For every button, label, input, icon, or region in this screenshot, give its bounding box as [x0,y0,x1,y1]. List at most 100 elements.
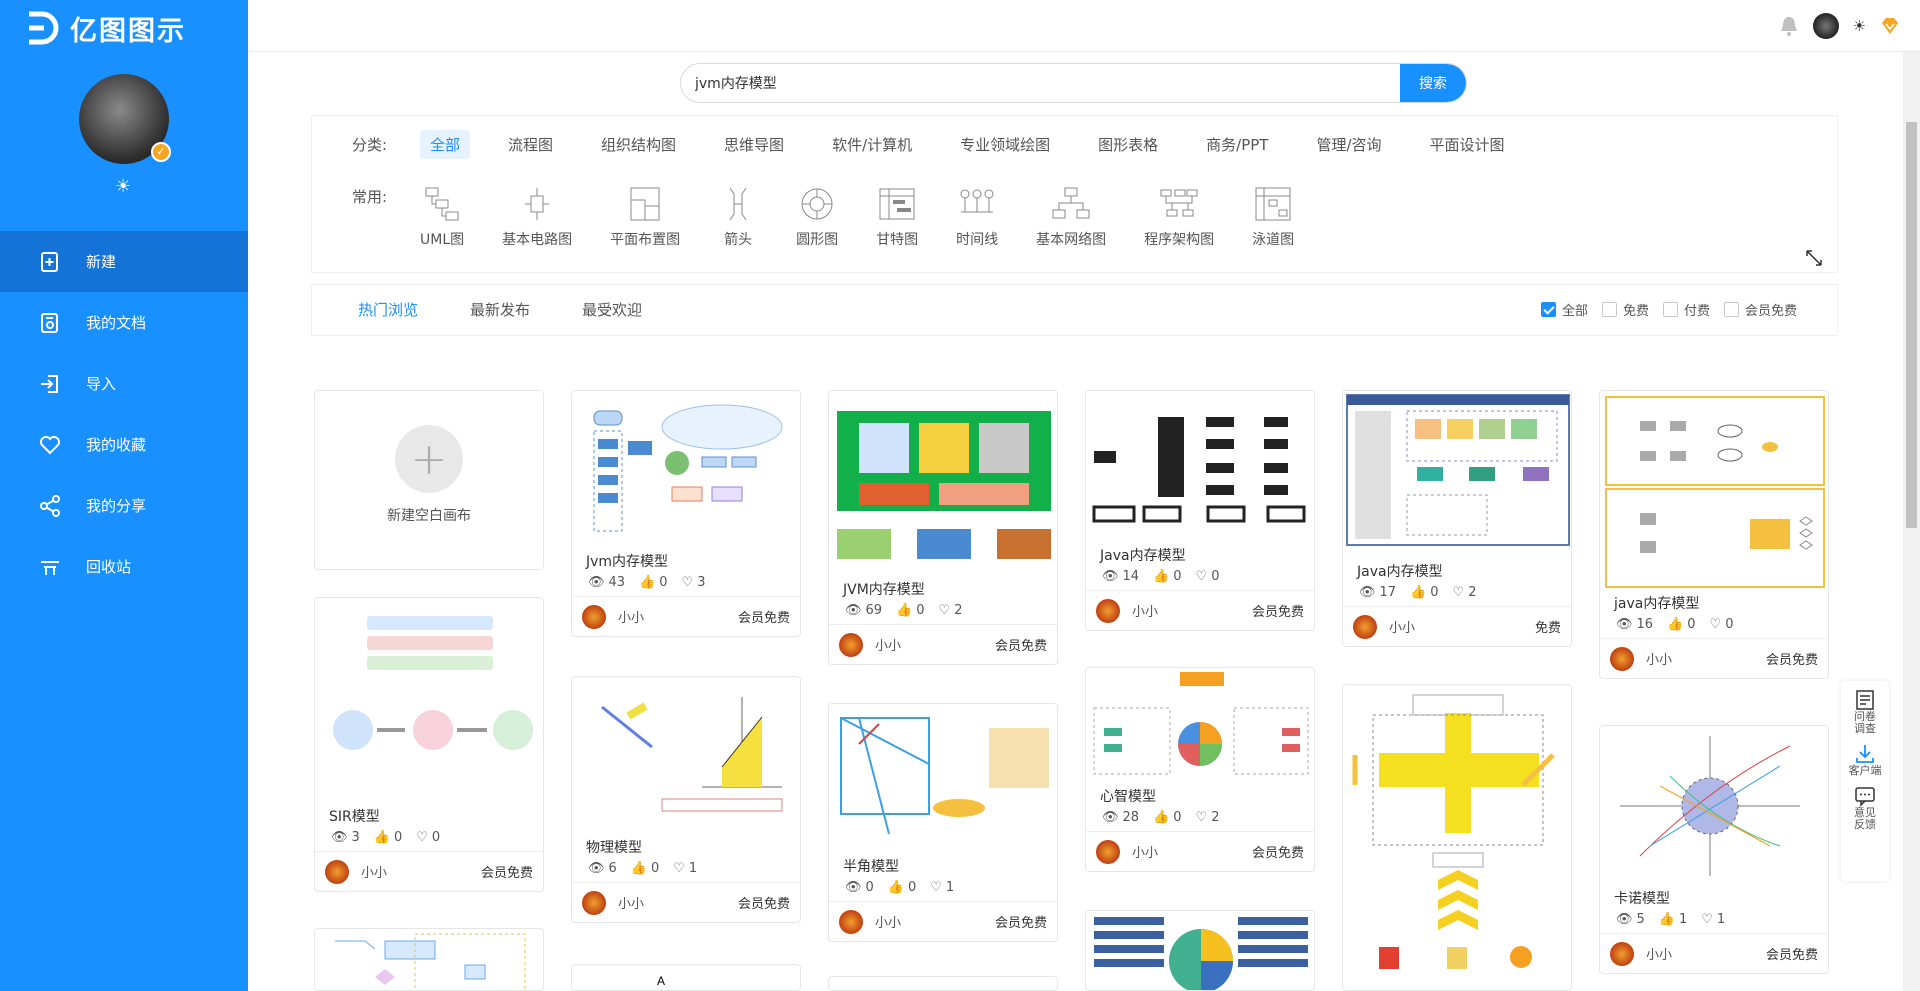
template-card[interactable]: java内存模型 👁 16 👍 0 ♡ 0 小小 会员免费 [1599,390,1829,679]
thumbs-up-icon: 👍 [1410,585,1427,600]
float-label: 客户端 [1848,764,1882,777]
new-canvas-card[interactable]: + 新建空白画布 [314,390,544,570]
template-thumbnail: A [572,965,800,990]
tool-floor-plan[interactable]: 平面布置图 [610,186,680,249]
sidebar-item-new[interactable]: 新建 [0,231,248,292]
fav-count: 2 [1468,585,1477,600]
like-count: 0 [1173,569,1182,584]
sidebar-item-share[interactable]: 我的分享 [0,475,248,536]
category-panel: 分类: 全部 流程图 组织结构图 思维导图 软件/计算机 专业领域绘图 图形表格… [312,116,1837,272]
template-stats: 👁 6 👍 0 ♡ 1 [572,855,800,882]
template-title: Java内存模型 [1100,548,1186,563]
fav-count: 2 [1211,810,1220,825]
price-label: 会员免费 [1251,605,1304,620]
like-count: 0 [907,880,917,895]
sidebar-item-favorites[interactable]: 我的收藏 [0,414,248,475]
filter-all[interactable]: 全部 [1540,300,1588,319]
author-avatar [582,890,606,915]
checkbox[interactable] [1723,302,1739,317]
template-card[interactable]: 卡诺模型 👁 5 👍 1 ♡ 1 小小 会员免费 [1599,725,1829,974]
tool-circle[interactable]: 圆形图 [796,186,838,249]
tool-label: 基本电路图 [502,232,573,248]
tab-hot[interactable]: 热门浏览 [358,299,418,320]
template-card[interactable]: 心智模型 👁 28 👍 0 ♡ 2 小小 会员免费 [1085,667,1315,872]
category-graphic-table[interactable]: 图形表格 [1088,130,1168,159]
category-management[interactable]: 管理/咨询 [1306,130,1391,159]
user-avatar-small[interactable] [1812,13,1839,39]
category-mind-map[interactable]: 思维导图 [714,130,794,159]
theme-toggle-icon[interactable]: ☀ [115,176,131,197]
tool-uml[interactable]: UML图 [420,186,464,249]
client-download-button[interactable]: 客户端 [1841,743,1889,777]
scrollbar-thumb[interactable] [1906,122,1917,528]
category-software[interactable]: 软件/计算机 [822,130,922,159]
author-name: 小小 [618,611,645,626]
category-business-ppt[interactable]: 商务/PPT [1196,130,1278,159]
sidebar-item-documents[interactable]: 我的文档 [0,292,248,353]
fav-count: 1 [688,861,698,876]
template-card[interactable]: Jvm内存模型 👁 43 👍 0 ♡ 3 小小 会员免费 [571,390,801,637]
tool-architecture[interactable]: 程序架构图 [1144,186,1214,249]
checkbox[interactable] [1662,302,1678,317]
filter-label: 会员免费 [1744,304,1797,319]
template-card[interactable]: A [571,964,801,991]
feedback-button[interactable]: 意见反馈 [1841,785,1889,831]
tool-gantt[interactable]: 甘特图 [876,186,918,249]
theme-toggle-icon[interactable]: ☀ [1853,17,1866,35]
bell-icon[interactable] [1779,15,1799,37]
price-label: 会员免费 [1251,846,1304,861]
template-card[interactable]: 半角模型 👁 0 👍 0 ♡ 1 小小 会员免费 [828,703,1058,942]
heart-icon: ♡ [1709,617,1722,632]
tool-swimlane[interactable]: 泳道图 [1252,186,1294,249]
template-card[interactable] [828,976,1058,991]
category-flowchart[interactable]: 流程图 [498,130,563,159]
heart-icon: ♡ [416,830,428,845]
template-card[interactable] [314,928,544,991]
tool-network[interactable]: 基本网络图 [1036,186,1106,249]
tool-circuit[interactable]: 基本电路图 [502,186,572,249]
template-card[interactable] [1085,910,1315,991]
category-graphic-design[interactable]: 平面设计图 [1420,130,1515,159]
template-card[interactable]: JVM内存模型 👁 69 👍 0 ♡ 2 小小 会员免费 [828,390,1058,665]
template-card[interactable]: Java内存模型 👁 14 👍 0 ♡ 0 小小 会员免费 [1085,390,1315,631]
price-label: 会员免费 [1765,653,1818,668]
page-scrollbar[interactable] [1903,52,1920,991]
author-avatar [582,604,606,629]
expand-icon[interactable] [1805,249,1823,267]
user-avatar[interactable]: ✓ [79,74,171,164]
category-professional[interactable]: 专业领域绘图 [950,130,1060,159]
category-all[interactable]: 全部 [420,130,471,159]
template-card[interactable]: 物理模型 👁 6 👍 0 ♡ 1 小小 会员免费 [571,676,801,923]
tab-latest[interactable]: 最新发布 [470,299,530,320]
filter-member-free[interactable]: 会员免费 [1723,300,1797,319]
tool-timeline[interactable]: 时间线 [956,186,998,249]
sidebar-item-label: 我的分享 [86,497,147,515]
sidebar-item-trash[interactable]: 回收站 [0,536,248,597]
thumbs-up-icon: 👍 [639,575,656,590]
checkbox-checked[interactable] [1540,302,1556,317]
survey-button[interactable]: 问卷调查 [1841,689,1889,735]
filter-free[interactable]: 免费 [1601,300,1649,319]
tab-popular[interactable]: 最受欢迎 [582,299,642,320]
eye-icon: 👁 [845,880,862,895]
eye-icon: 👁 [845,603,862,618]
price-filters: 全部 免费 付费 会员免费 [1540,300,1797,319]
view-count: 69 [865,603,883,618]
gantt-icon [879,188,915,220]
vip-diamond-icon[interactable] [1880,16,1900,36]
search-input[interactable] [695,64,1375,102]
logo[interactable]: 亿图图示 [26,8,186,48]
view-count: 3 [351,830,360,845]
sidebar-item-import[interactable]: 导入 [0,353,248,414]
template-card[interactable] [1342,684,1572,991]
filter-label: 付费 [1683,304,1710,319]
category-org-chart[interactable]: 组织结构图 [591,130,686,159]
filter-paid[interactable]: 付费 [1662,300,1710,319]
checkbox[interactable] [1601,302,1617,317]
author-name: 小小 [875,639,902,654]
price-label: 会员免费 [737,611,790,626]
tool-arrow[interactable]: 箭头 [718,186,758,249]
template-card[interactable]: SIR模型 👁 3 👍 0 ♡ 0 小小 会员免费 [314,597,544,892]
template-card[interactable]: Java内存模型 👁 17 👍 0 ♡ 2 小小 免费 [1342,390,1572,647]
search-button[interactable]: 搜索 [1400,64,1466,102]
